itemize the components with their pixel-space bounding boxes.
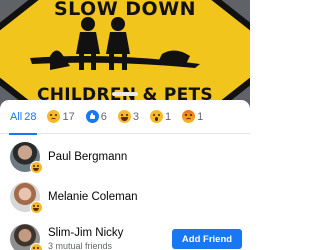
like-icon xyxy=(85,110,99,123)
person-name[interactable]: Melanie Coleman xyxy=(48,191,138,203)
angry-icon xyxy=(182,110,196,123)
avatar[interactable] xyxy=(10,182,43,214)
reaction-tabs: All 28 17 6 3 1 1 xyxy=(0,100,250,135)
tab-haha-count: 3 xyxy=(132,110,139,123)
sad-icon xyxy=(47,110,61,123)
avatar[interactable] xyxy=(10,142,43,174)
mutual-friends: 3 mutual friends xyxy=(48,241,113,250)
avatar[interactable] xyxy=(10,224,43,250)
tab-all-count: 28 xyxy=(24,110,37,123)
reactions-sheet: All 28 17 6 3 1 1 Paul Bergmann Melanie … xyxy=(0,92,250,250)
person-name[interactable]: Slim-Jim Nicky xyxy=(48,227,123,239)
tab-angry[interactable]: 1 xyxy=(182,100,203,134)
add-friend-button[interactable]: Add Friend xyxy=(172,229,242,249)
sign-top-text: SLOW DOWN xyxy=(53,0,197,20)
tab-wow-count: 1 xyxy=(164,110,172,123)
list-item[interactable]: Paul Bergmann xyxy=(0,137,250,177)
haha-icon xyxy=(30,161,43,174)
haha-icon xyxy=(30,201,43,214)
tab-all[interactable]: All 28 xyxy=(8,100,38,135)
tab-haha[interactable]: 3 xyxy=(117,100,139,134)
tab-sad-count: 17 xyxy=(62,110,75,123)
tab-angry-count: 1 xyxy=(197,110,204,123)
tab-like-count: 6 xyxy=(100,110,107,123)
person-name[interactable]: Paul Bergmann xyxy=(48,151,127,163)
sheet-grabber[interactable] xyxy=(112,92,138,96)
tab-sad[interactable]: 17 xyxy=(47,100,75,134)
list-item[interactable]: Slim-Jim Nicky 3 mutual friends Add Frie… xyxy=(0,219,250,250)
wow-icon xyxy=(149,110,163,123)
haha-icon xyxy=(117,110,131,123)
tab-like[interactable]: 6 xyxy=(85,100,107,134)
tab-wow[interactable]: 1 xyxy=(149,100,172,134)
list-item[interactable]: Melanie Coleman xyxy=(0,177,250,217)
haha-icon xyxy=(30,243,43,250)
tab-all-label: All xyxy=(10,110,23,123)
